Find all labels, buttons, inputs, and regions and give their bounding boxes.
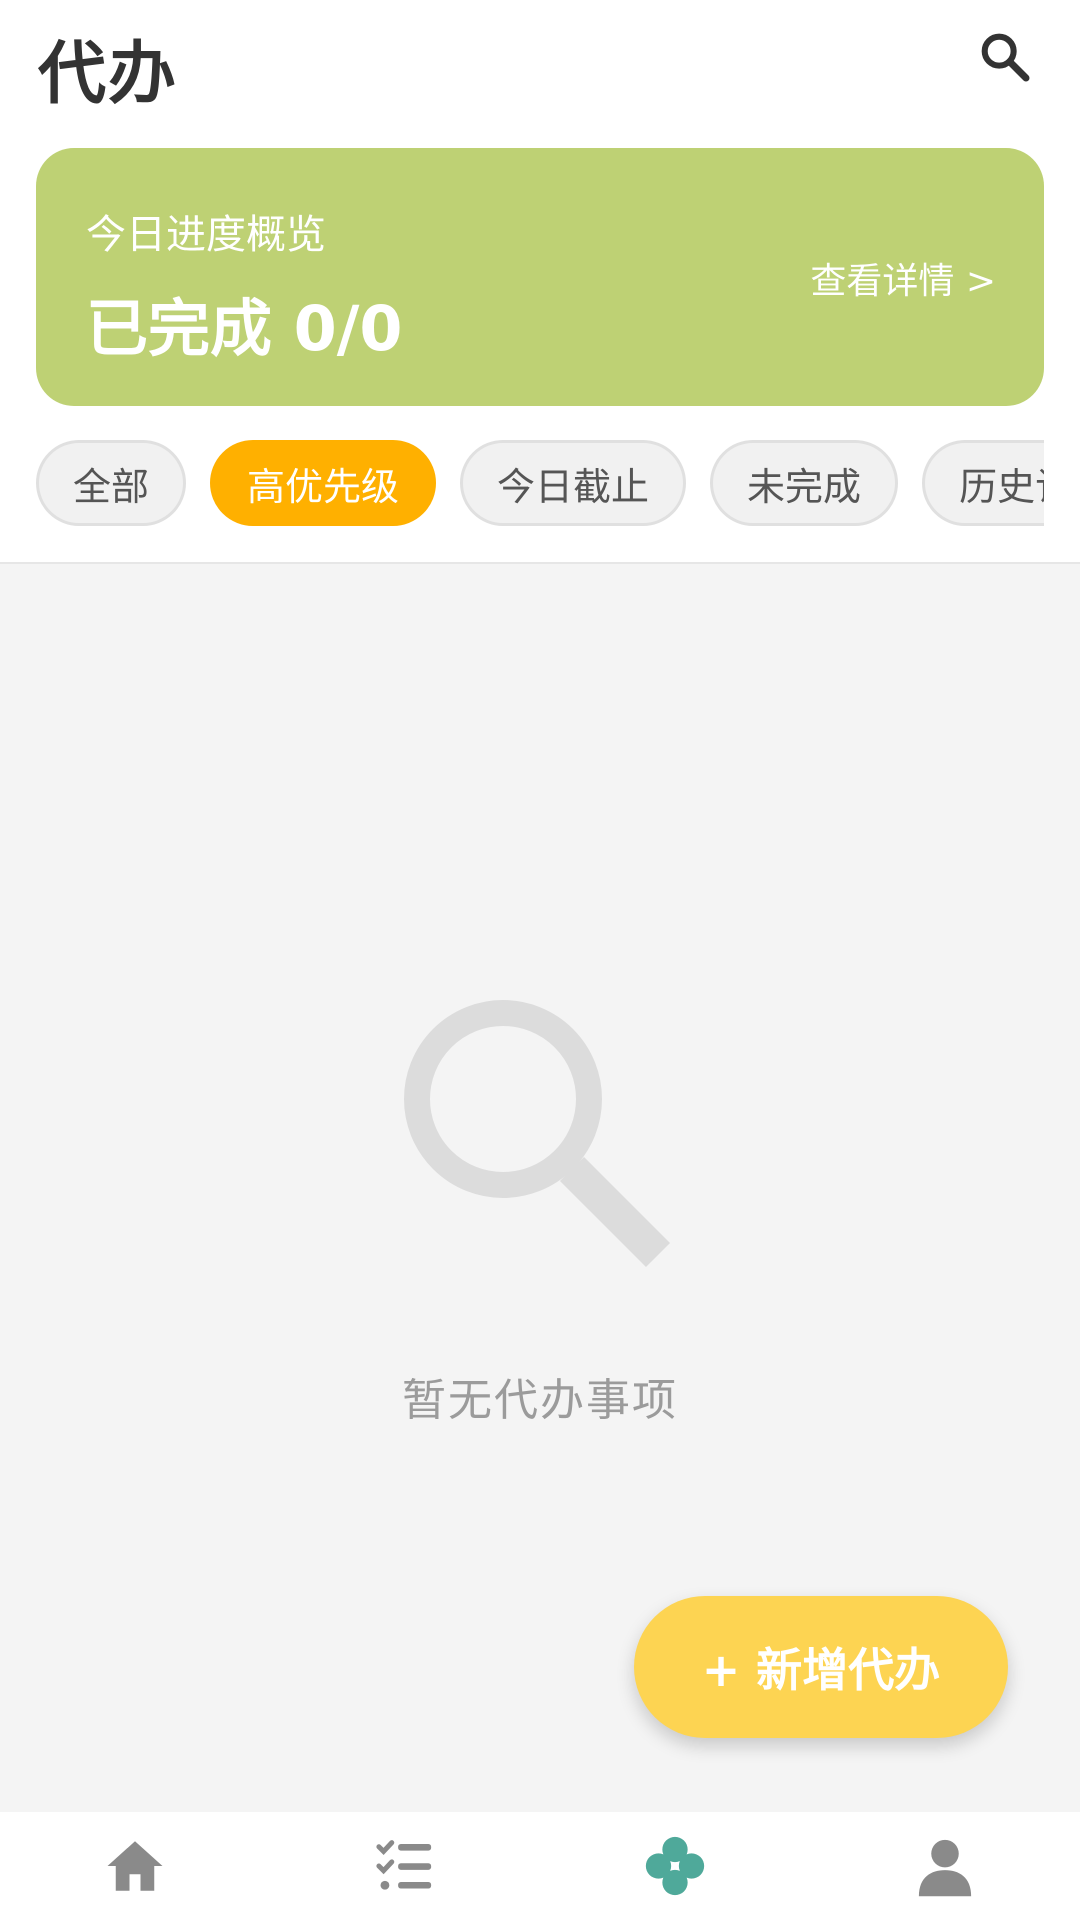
card-subtitle: 今日进度概览 <box>86 212 326 258</box>
progress-overview-card[interactable]: 今日进度概览 已完成 0/0 查看详情 > <box>36 148 1044 406</box>
add-todo-button[interactable]: + 新增代办 <box>634 1596 1008 1738</box>
filter-bar: 全部 高优先级 今日截止 未完成 历史记录 <box>36 440 1044 530</box>
filter-chip-incomplete[interactable]: 未完成 <box>710 440 899 526</box>
filter-chip-high-priority[interactable]: 高优先级 <box>210 440 437 526</box>
nav-item-home[interactable] <box>0 1812 270 1920</box>
nav-item-tasks[interactable] <box>270 1812 540 1920</box>
search-icon <box>981 33 1030 82</box>
nav-item-profile[interactable] <box>810 1812 1080 1920</box>
user-icon <box>918 1839 972 1897</box>
task-list-icon <box>376 1840 432 1890</box>
empty-state-search-icon <box>400 999 680 1283</box>
completed-count: 已完成 0/0 <box>86 292 403 365</box>
nav-item-clover[interactable] <box>540 1812 810 1920</box>
page-title: 代办 <box>38 35 179 114</box>
view-details-link[interactable]: 查看详情 > <box>810 252 996 304</box>
header: 代办 <box>0 0 1080 140</box>
filter-chip-due-today[interactable]: 今日截止 <box>460 440 687 526</box>
empty-state-text: 暂无代办事项 <box>402 1375 678 1426</box>
filter-chip-all[interactable]: 全部 <box>36 440 187 526</box>
filter-chip-history[interactable]: 历史记录 <box>922 440 1044 526</box>
todo-app: 代办 今日进度概览 已完成 0/0 查看详情 > 全部 高优先级 今日截止 未完… <box>0 0 1080 1920</box>
bottom-nav <box>0 1812 1080 1920</box>
search-button[interactable] <box>970 22 1040 92</box>
home-icon <box>107 1841 163 1891</box>
clover-icon <box>645 1836 705 1896</box>
